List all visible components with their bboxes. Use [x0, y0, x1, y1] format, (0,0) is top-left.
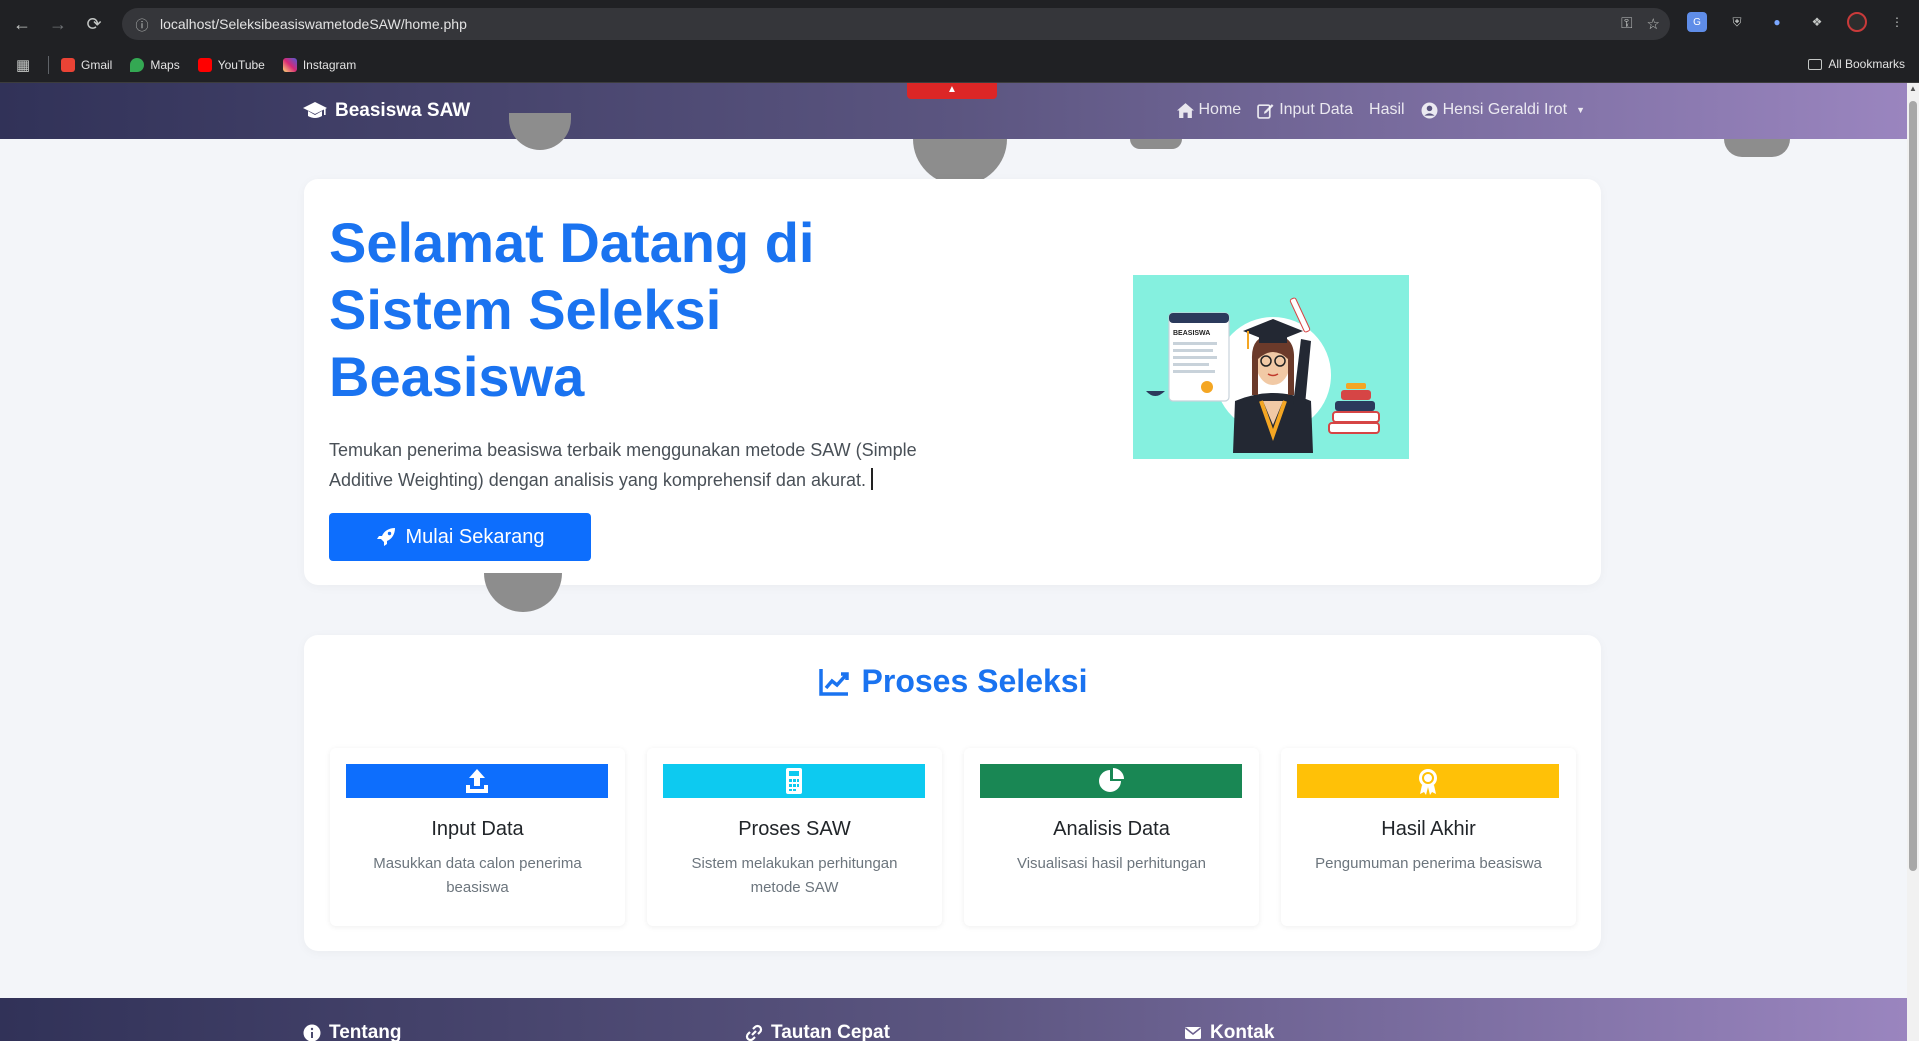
- hero-card: Selamat Datang di Sistem Seleksi Beasisw…: [304, 179, 1601, 585]
- page-scrollbar[interactable]: ▲: [1907, 83, 1919, 1041]
- decor-bubble: [1130, 139, 1182, 149]
- address-bar[interactable]: ⓘ localhost/SeleksibeasiswametodeSAW/hom…: [122, 8, 1670, 40]
- rocket-icon: [376, 528, 395, 546]
- site-info-icon[interactable]: ⓘ: [128, 10, 156, 38]
- nav-input-data[interactable]: Input Data: [1257, 101, 1353, 119]
- step-card-proses-saw: Proses SAW Sistem melakukan perhitungan …: [647, 748, 942, 926]
- notification-tab[interactable]: ▲: [907, 83, 997, 99]
- profile-avatar[interactable]: [1847, 12, 1867, 32]
- decor-bubble: [1724, 139, 1790, 157]
- home-icon: [1176, 102, 1194, 118]
- step-card-analisis-data: Analisis Data Visualisasi hasil perhitun…: [964, 748, 1259, 926]
- step-icon-bar: [1297, 764, 1559, 798]
- bookmark-instagram[interactable]: Instagram: [282, 58, 356, 72]
- bookmark-youtube[interactable]: YouTube: [197, 58, 265, 72]
- maps-icon: [130, 58, 145, 72]
- line-chart-icon: [818, 668, 849, 696]
- extensions-puzzle-icon[interactable]: ❖: [1807, 12, 1827, 32]
- nav-hasil[interactable]: Hasil: [1369, 101, 1405, 119]
- bookmark-maps[interactable]: Maps: [130, 58, 180, 72]
- step-icon-bar: [346, 764, 608, 798]
- step-description: Pengumuman penerima beasiswa: [1315, 855, 1542, 872]
- step-icon-bar: [663, 764, 925, 798]
- step-card-hasil-akhir: Hasil Akhir Pengumuman penerima beasiswa: [1281, 748, 1576, 926]
- step-title: Hasil Akhir: [1381, 818, 1476, 840]
- page-viewport: Beasiswa SAW Home Input Data Hasil Hensi…: [0, 83, 1907, 1041]
- bookmark-gmail[interactable]: Gmail: [61, 58, 112, 72]
- footer-links-heading: Tautan Cepat: [745, 1022, 890, 1041]
- process-section: Proses Seleksi Input Data Masukkan data …: [304, 635, 1601, 951]
- nav-user-dropdown[interactable]: Hensi Geraldi Irot ▼: [1421, 101, 1585, 119]
- scholarship-illustration: BEASISWA: [1133, 275, 1409, 459]
- edit-icon: [1257, 103, 1274, 119]
- forward-icon[interactable]: →: [40, 6, 76, 42]
- extension-badge-icon[interactable]: ●: [1767, 12, 1787, 32]
- graduate-illustration: BEASISWA: [1146, 297, 1380, 453]
- graduation-cap-icon: [303, 102, 327, 118]
- url-text: localhost/SeleksibeasiswametodeSAW/home.…: [160, 16, 467, 32]
- step-card-input-data: Input Data Masukkan data calon penerima …: [330, 748, 625, 926]
- illustration-label: BEASISWA: [1173, 330, 1210, 337]
- pie-chart-icon: [1099, 768, 1124, 792]
- upload-icon: [466, 769, 488, 793]
- info-circle-icon: [303, 1024, 321, 1041]
- reload-icon[interactable]: ⟳: [76, 6, 112, 42]
- bookmarks-bar: ▦ Gmail Maps YouTube Instagram All Bookm…: [0, 48, 1919, 83]
- shield-extension-icon[interactable]: ⛨: [1727, 12, 1747, 32]
- step-description: Visualisasi hasil perhitungan: [1016, 855, 1206, 872]
- step-title: Proses SAW: [738, 818, 851, 840]
- calculator-icon: [786, 768, 802, 794]
- gmail-icon: [61, 58, 75, 72]
- link-icon: [745, 1024, 763, 1041]
- key-icon[interactable]: ⚿: [1621, 15, 1632, 33]
- text-cursor: [871, 468, 873, 490]
- footer-contact-heading: Kontak: [1184, 1022, 1274, 1041]
- process-title: Proses Seleksi: [304, 663, 1601, 700]
- all-bookmarks[interactable]: All Bookmarks: [1808, 57, 1905, 71]
- decor-bubble: [484, 573, 562, 612]
- folder-icon: [1808, 58, 1823, 70]
- step-icon-bar: [980, 764, 1242, 798]
- browser-menu-icon[interactable]: ⋮: [1887, 12, 1907, 32]
- brand-logo[interactable]: Beasiswa SAW: [303, 100, 470, 122]
- award-icon: [1419, 769, 1437, 795]
- decor-bubble: [509, 113, 571, 150]
- step-description: Masukkan data calon penerima beasiswa: [373, 855, 582, 896]
- back-icon[interactable]: ←: [4, 6, 40, 42]
- scroll-thumb[interactable]: [1909, 101, 1917, 871]
- scroll-up-icon[interactable]: ▲: [1909, 85, 1917, 93]
- hero-description: Temukan penerima beasiswa terbaik menggu…: [329, 440, 917, 490]
- footer-about-heading: Tentang: [303, 1022, 401, 1041]
- step-title: Analisis Data: [1053, 818, 1170, 840]
- start-button[interactable]: Mulai Sekarang: [329, 513, 591, 561]
- envelope-icon: [1185, 1027, 1201, 1039]
- step-title: Input Data: [431, 818, 524, 840]
- apps-grid-icon[interactable]: ▦: [16, 56, 40, 74]
- caret-down-icon: ▼: [1576, 105, 1585, 115]
- step-description: Sistem melakukan perhitungan metode SAW: [691, 855, 898, 896]
- site-navbar: Beasiswa SAW Home Input Data Hasil Hensi…: [0, 83, 1907, 139]
- bookmark-star-icon[interactable]: ☆: [1647, 15, 1660, 33]
- browser-toolbar: ← → ⟳ ⓘ localhost/SeleksibeasiswametodeS…: [0, 0, 1919, 48]
- hero-title: Selamat Datang di Sistem Seleksi Beasisw…: [329, 211, 815, 408]
- site-footer: Tentang Tautan Cepat Kontak: [0, 998, 1907, 1041]
- translate-extension-icon[interactable]: G: [1687, 12, 1707, 32]
- nav-home[interactable]: Home: [1176, 101, 1241, 119]
- instagram-icon: [282, 58, 297, 72]
- brand-text: Beasiswa SAW: [335, 100, 471, 121]
- user-circle-icon: [1421, 102, 1438, 118]
- youtube-icon: [197, 58, 212, 72]
